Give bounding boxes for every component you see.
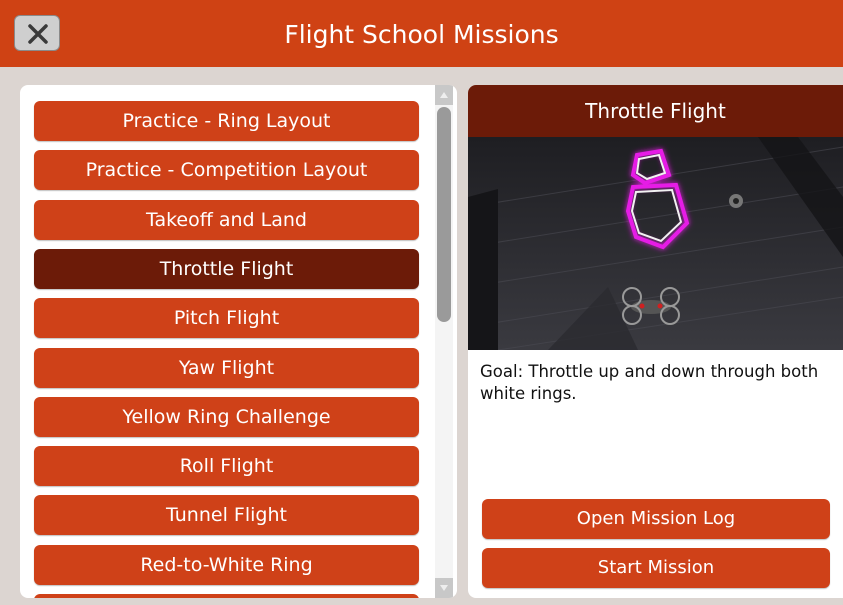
scroll-down-button[interactable]: [435, 578, 453, 598]
mission-item[interactable]: Takeoff and Land: [34, 199, 419, 240]
mission-item[interactable]: Throttle Flight: [34, 248, 419, 289]
start-mission-button[interactable]: Start Mission: [482, 548, 830, 588]
page-title: Flight School Missions: [284, 20, 559, 49]
mission-list-panel: Practice - Ring Layout Practice - Competi…: [20, 85, 457, 598]
mission-detail-title: Throttle Flight: [468, 85, 843, 137]
title-bar: Flight School Missions: [0, 0, 843, 67]
mission-item[interactable]: Practice - Competition Layout: [34, 150, 419, 191]
mission-item[interactable]: Yaw Flight: [34, 347, 419, 388]
mission-item[interactable]: Pitch Flight: [34, 298, 419, 339]
scrollbar-thumb[interactable]: [437, 107, 451, 322]
close-icon: [28, 24, 48, 44]
mission-item[interactable]: Tunnel Flight: [34, 495, 419, 536]
scroll-up-button[interactable]: [435, 85, 453, 105]
close-button[interactable]: [14, 15, 60, 51]
open-mission-log-button[interactable]: Open Mission Log: [482, 499, 830, 539]
scroll-up-arrow-icon: [440, 92, 448, 98]
scrollbar[interactable]: [435, 85, 453, 598]
mission-detail-panel: Throttle Flight Goal: Throttle up and do…: [468, 85, 843, 598]
mission-goal-text: Goal: Throttle up and down through both …: [480, 362, 819, 403]
scroll-down-arrow-icon: [440, 585, 448, 591]
mission-item[interactable]: Yellow Ring Challenge: [34, 396, 419, 437]
mission-item[interactable]: Practice - Ring Layout: [34, 101, 419, 141]
mission-item-partial[interactable]: [34, 594, 419, 598]
mission-item[interactable]: Red-to-White Ring: [34, 544, 419, 585]
mission-preview-image: [468, 137, 843, 351]
mission-item[interactable]: Roll Flight: [34, 446, 419, 487]
